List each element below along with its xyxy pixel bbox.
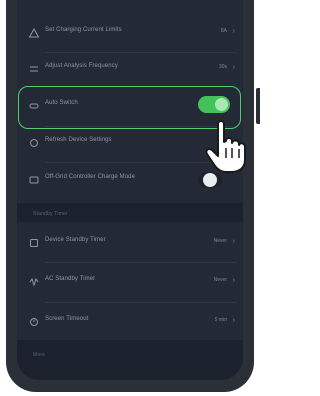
screen-timeout-row[interactable]: Screen Timeout 5 min › — [17, 305, 243, 339]
screen-icon — [30, 318, 38, 326]
phone-frame: Set Charging Current Limits 8A › Adjust … — [6, 0, 254, 392]
chevron-right-icon: › — [232, 238, 235, 245]
ac-standby-label: AC Standby Timer — [45, 276, 96, 282]
divider — [45, 302, 237, 303]
charge-mode-toggle[interactable] — [198, 172, 222, 188]
more-header: More — [33, 352, 46, 358]
warning-icon — [29, 28, 39, 38]
ac-icon — [29, 277, 39, 287]
pointing-hand-icon — [205, 120, 246, 173]
device-standby-label: Device Standby Timer — [45, 237, 106, 243]
sliders-icon — [30, 66, 38, 72]
standby-timer-header: Standby Timer — [33, 211, 68, 217]
chevron-right-icon: › — [232, 317, 235, 324]
device-standby-value: Never — [213, 238, 227, 244]
toggle-knob — [215, 98, 228, 111]
refresh-icon — [30, 139, 38, 147]
standby-icon — [30, 239, 38, 247]
controller-icon — [29, 176, 39, 184]
ac-standby-row[interactable]: AC Standby Timer Never › — [17, 265, 243, 299]
toggle-knob — [203, 173, 217, 187]
charging-current-row[interactable]: Set Charging Current Limits 8A › — [17, 16, 243, 50]
analysis-frequency-row[interactable]: Adjust Analysis Frequency 30s › — [17, 52, 243, 86]
charge-mode-label: Off-Grid Controller Charge Mode — [45, 174, 136, 180]
charging-current-value: 8A — [220, 28, 227, 34]
auto-switch-toggle[interactable] — [198, 96, 230, 113]
phone-side-button — [256, 88, 260, 124]
screen-timeout-label: Screen Timeout — [45, 316, 89, 322]
chevron-right-icon: › — [232, 28, 235, 35]
divider — [45, 262, 237, 263]
chevron-right-icon: › — [232, 64, 235, 71]
settings-group-standby: Device Standby Timer Never › AC Standby … — [17, 222, 243, 340]
ac-standby-value: Never — [213, 277, 227, 283]
screen-timeout-value: 5 min — [214, 317, 227, 323]
chevron-right-icon: › — [232, 277, 235, 284]
settings-screen: Set Charging Current Limits 8A › Adjust … — [17, 0, 243, 380]
analysis-frequency-value: 30s — [218, 64, 227, 70]
device-standby-row[interactable]: Device Standby Timer Never › — [17, 226, 243, 260]
refresh-device-label: Refresh Device Settings — [45, 137, 112, 143]
analysis-frequency-label: Adjust Analysis Frequency — [45, 63, 118, 69]
charging-current-label: Set Charging Current Limits — [45, 27, 122, 33]
